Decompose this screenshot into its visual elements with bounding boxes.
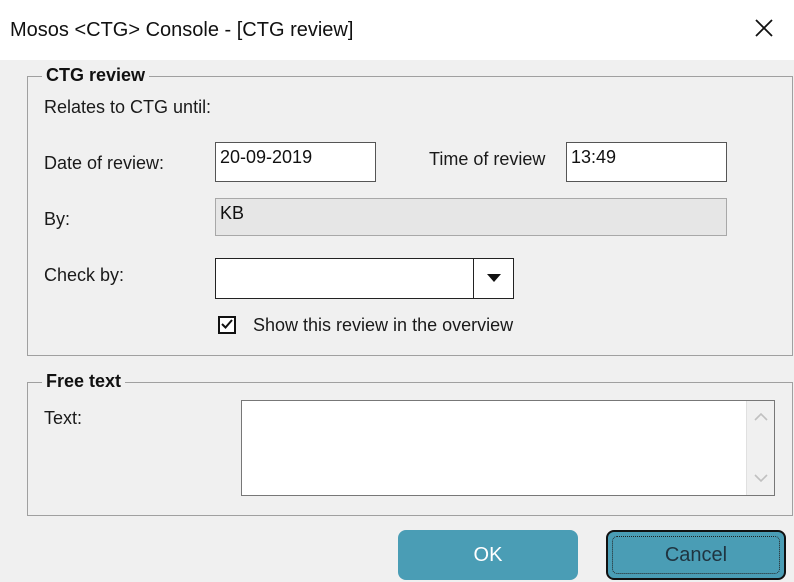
date-of-review-label: Date of review: [44, 153, 165, 173]
free-text-legend: Free text [42, 371, 126, 392]
text-scrollbar[interactable] [746, 401, 774, 495]
window-title: Mosos <CTG> Console - [CTG review] [10, 19, 354, 41]
ctg-review-legend: CTG review [42, 65, 150, 86]
chevron-down-icon [753, 470, 768, 488]
dropdown-arrow-button[interactable] [473, 259, 513, 298]
by-label: By: [44, 209, 71, 229]
relates-to-label: Relates to CTG until: [44, 97, 212, 117]
scroll-up-button[interactable] [747, 403, 774, 431]
time-of-review-label: Time of review [429, 149, 546, 169]
ok-button-label: OK [473, 543, 503, 566]
by-field: KB [215, 198, 727, 236]
close-button[interactable] [734, 0, 794, 60]
chevron-up-icon [753, 408, 768, 426]
close-icon [753, 17, 775, 44]
time-of-review-field[interactable]: 13:49 [566, 142, 727, 182]
cancel-button[interactable]: Cancel [606, 530, 786, 580]
check-by-label: Check by: [44, 265, 125, 285]
ok-button[interactable]: OK [398, 530, 578, 580]
show-in-overview-checkbox[interactable] [218, 316, 236, 334]
checkmark-icon [221, 316, 233, 334]
scroll-down-button[interactable] [747, 465, 774, 493]
date-of-review-field[interactable]: 20-09-2019 [215, 142, 376, 182]
show-in-overview-label[interactable]: Show this review in the overview [253, 315, 513, 336]
check-by-dropdown[interactable] [215, 258, 514, 299]
title-bar: Mosos <CTG> Console - [CTG review] [0, 0, 794, 60]
free-text-input[interactable] [241, 400, 775, 496]
chevron-down-icon [486, 270, 501, 288]
text-label: Text: [44, 408, 83, 428]
cancel-button-label: Cancel [664, 543, 728, 566]
